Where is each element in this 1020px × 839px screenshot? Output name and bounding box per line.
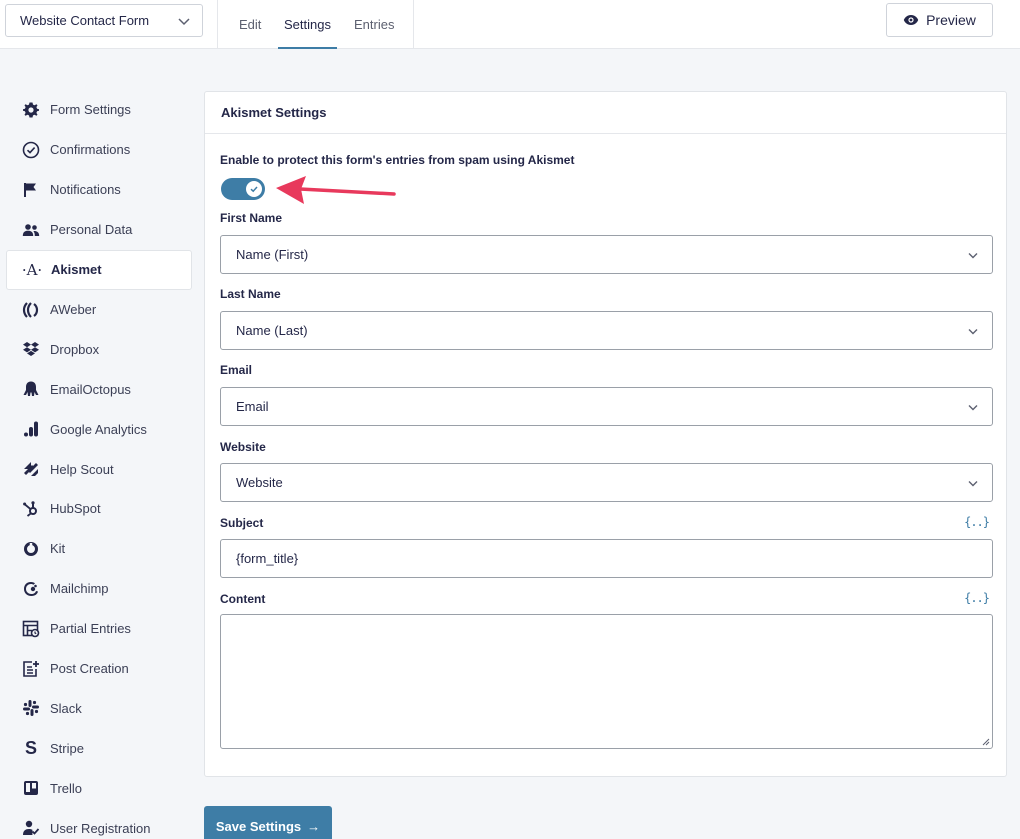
top-bar: Website Contact Form Edit Settings Entri… [0,0,1020,49]
divider [217,0,218,49]
first-name-select[interactable]: Name (First) [220,235,993,274]
sidebar-item-notifications[interactable]: Notifications [6,170,192,210]
content-merge-tags-button[interactable]: {..} [964,591,990,605]
sidebar-item-confirmations[interactable]: Confirmations [6,130,192,170]
arrow-right-icon: → [307,818,321,834]
sidebar-item-form-settings[interactable]: Form Settings [6,90,192,130]
akismet-enable-toggle[interactable] [221,178,265,200]
chevron-down-icon [968,405,978,411]
sidebar-item-trello[interactable]: Trello [6,768,192,808]
toggle-knob [246,181,262,197]
last-name-label: Last Name [220,287,281,301]
sidebar-item-post-creation[interactable]: Post Creation [6,649,192,689]
partial-entries-icon [21,619,41,639]
eye-icon [903,15,919,25]
gear-icon [21,100,41,120]
kit-icon [21,539,41,559]
trello-icon [21,778,41,798]
flag-icon [21,180,41,200]
sidebar-item-aweber[interactable]: AWeber [6,290,192,330]
sidebar-item-mailchimp[interactable]: Mailchimp [6,569,192,609]
post-creation-icon [21,659,41,679]
sidebar-item-stripe[interactable]: S Stripe [6,728,192,768]
check-circle-icon [21,140,41,160]
sidebar-item-slack[interactable]: Slack [6,688,192,728]
chevron-down-icon [968,329,978,335]
save-settings-button[interactable]: Save Settings → [204,806,332,839]
hubspot-icon [21,499,41,519]
email-select[interactable]: Email [220,387,993,426]
sidebar-item-personal-data[interactable]: Personal Data [6,210,192,250]
settings-sidebar: Form Settings Confirmations Notification… [6,90,192,839]
subject-label: Subject [220,516,264,530]
aweber-icon [21,300,41,320]
chevron-down-icon [178,18,190,26]
chevron-down-icon [968,253,978,259]
user-check-icon [21,818,41,838]
dropbox-icon [21,339,41,359]
tab-edit[interactable]: Edit [239,0,261,49]
website-select[interactable]: Website [220,463,993,502]
preview-button[interactable]: Preview [886,3,993,37]
sidebar-item-hubspot[interactable]: HubSpot [6,489,192,529]
last-name-select[interactable]: Name (Last) [220,311,993,350]
sidebar-item-help-scout[interactable]: Help Scout [6,449,192,489]
subject-merge-tags-button[interactable]: {..} [964,515,990,529]
sidebar-item-kit[interactable]: Kit [6,529,192,569]
form-switcher-select[interactable]: Website Contact Form [5,4,203,37]
octopus-icon [21,379,41,399]
sidebar-item-akismet[interactable]: ·A· Akismet [6,249,192,290]
analytics-icon [21,419,41,439]
divider [413,0,414,49]
sidebar-item-google-analytics[interactable]: Google Analytics [6,409,192,449]
toggle-description: Enable to protect this form's entries fr… [220,153,575,167]
helpscout-icon [21,459,41,479]
panel-title: Akismet Settings [205,92,1006,134]
content-label: Content [220,592,266,606]
annotation-arrow-icon [276,176,396,204]
chevron-down-icon [968,481,978,487]
slack-icon [21,698,41,718]
tab-entries[interactable]: Entries [354,0,394,49]
email-label: Email [220,363,253,377]
mailchimp-icon [21,579,41,599]
stripe-icon: S [24,737,37,758]
sidebar-item-user-registration[interactable]: User Registration [6,808,192,839]
content-textarea[interactable] [220,614,993,749]
users-icon [21,220,41,240]
subject-input[interactable]: {form_title} [220,539,993,578]
sidebar-item-emailoctopus[interactable]: EmailOctopus [6,369,192,409]
sidebar-item-dropbox[interactable]: Dropbox [6,329,192,369]
sidebar-item-partial-entries[interactable]: Partial Entries [6,609,192,649]
check-icon [250,186,258,193]
first-name-label: First Name [220,211,283,225]
resize-handle-icon[interactable] [982,738,990,746]
akismet-icon: ·A· [21,260,43,279]
form-switcher-label: Website Contact Form [20,13,150,28]
tab-settings[interactable]: Settings [278,0,337,49]
website-label: Website [220,440,266,454]
